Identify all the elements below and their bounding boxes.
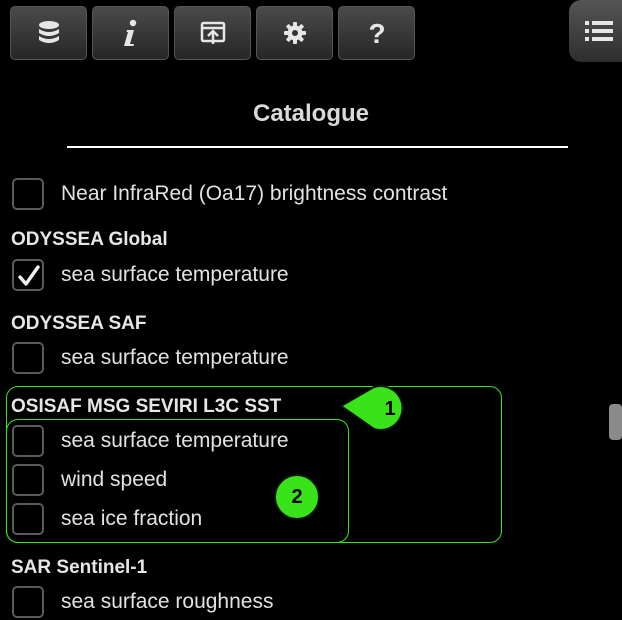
catalogue-item[interactable]: sea surface temperature (12, 340, 289, 376)
export-button[interactable] (174, 6, 251, 60)
checkmark-icon (18, 265, 40, 286)
checkbox[interactable] (12, 586, 44, 618)
catalogue-item[interactable]: sea surface roughness (12, 584, 273, 620)
info-icon (123, 19, 136, 46)
toolbar: ? (0, 0, 622, 66)
menu-button[interactable] (569, 0, 622, 62)
help-icon: ? (368, 19, 385, 47)
group-odyssea-global: ODYSSEA Global (11, 229, 168, 250)
item-label: sea surface temperature (61, 263, 289, 286)
gear-icon (283, 22, 306, 44)
checkbox[interactable] (12, 178, 44, 210)
scrollbar-thumb[interactable] (609, 404, 622, 440)
help-button[interactable]: ? (338, 6, 415, 60)
catalogue-title: Catalogue (252, 100, 369, 127)
settings-button[interactable] (256, 6, 333, 60)
checkbox[interactable] (12, 342, 44, 374)
callout-1-number: 1 (384, 398, 395, 420)
callout-2: 2 (274, 474, 320, 520)
list-menu-icon (585, 21, 613, 41)
checkbox-checked[interactable] (12, 259, 44, 291)
info-button[interactable] (92, 6, 169, 60)
svg-text:?: ? (368, 19, 385, 47)
group-odyssea-saf: ODYSSEA SAF (11, 313, 147, 334)
item-label: sea surface roughness (61, 590, 274, 613)
callout-1: 1 (340, 385, 404, 431)
catalogue-item[interactable]: sea surface temperature (12, 257, 289, 293)
item-label: sea surface temperature (61, 346, 289, 369)
item-label: Near InfraRed (Oa17) brightness contrast (61, 182, 448, 205)
catalogue-item[interactable]: Near InfraRed (Oa17) brightness contrast (12, 176, 447, 212)
title-divider (67, 146, 568, 148)
share-icon (200, 21, 225, 44)
group-sar-sentinel-1: SAR Sentinel-1 (11, 557, 148, 578)
database-icon (38, 21, 59, 43)
layers-button[interactable] (10, 6, 87, 60)
